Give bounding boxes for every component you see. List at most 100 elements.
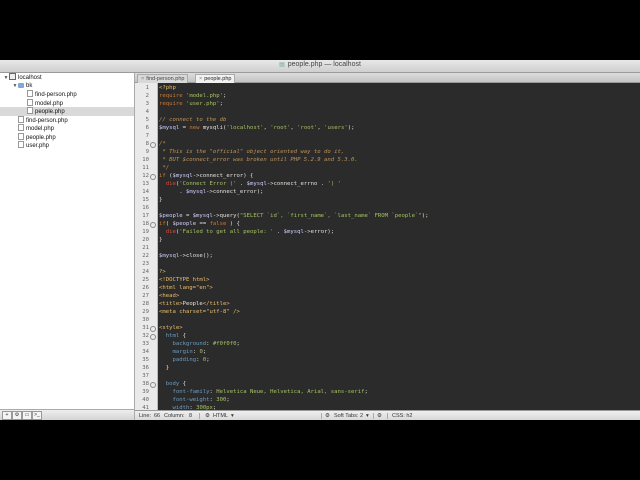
folder-button[interactable]: ▭	[22, 411, 32, 420]
code-editor[interactable]: 1 <?php 2 require 'model.php'; 3 require 'use…	[135, 83, 640, 410]
close-icon[interactable]: ×	[199, 76, 202, 82]
code-line[interactable]: 21	[135, 244, 640, 252]
code-line[interactable]: 2 require 'model.php';	[135, 92, 640, 100]
code-token: new	[189, 125, 200, 131]
line-number: 2	[145, 93, 149, 99]
fold-marker-icon[interactable]	[150, 381, 156, 388]
code-line[interactable]: 23	[135, 260, 640, 268]
fold-marker-icon[interactable]	[150, 333, 156, 340]
code-line[interactable]: 10 * BUT $connect_error was broken until…	[135, 156, 640, 164]
code-line[interactable]: 22 $mysql->close();	[135, 252, 640, 260]
code-line[interactable]: 29 <meta charset="utf-8" />	[135, 308, 640, 316]
tree-item[interactable]: user.php	[0, 141, 134, 150]
code-token: Helvetica Neue, Helvetica, Arial, sans-s…	[216, 389, 365, 395]
code-line[interactable]: 24 ?>	[135, 268, 640, 276]
line-number: 31	[142, 325, 149, 331]
code-line[interactable]: 11 */	[135, 164, 640, 172]
code-line[interactable]: 27 <head>	[135, 292, 640, 300]
code-line[interactable]: 3 require 'user.php';	[135, 100, 640, 108]
code-token: ;	[236, 341, 240, 347]
code-line[interactable]: 31 <style>	[135, 324, 640, 332]
code-token: 'model.php'	[185, 93, 223, 99]
code-text: <head>	[159, 292, 179, 300]
code-token: }	[159, 237, 163, 243]
chevron-down-icon: ▾	[366, 413, 369, 419]
fold-marker-icon[interactable]	[150, 141, 156, 148]
gear-icon[interactable]: ⚙	[377, 411, 382, 420]
code-token: 'localhost'	[226, 125, 264, 131]
line-number: 32	[142, 333, 149, 339]
code-line[interactable]: 8 /*	[135, 140, 640, 148]
tree-item[interactable]: model.php	[0, 124, 134, 133]
line-number: 10	[142, 157, 149, 163]
code-line[interactable]: 17 $people = $mysql->query("SELECT `id`, …	[135, 212, 640, 220]
code-line[interactable]: 12 if ($mysql->connect_error) {	[135, 172, 640, 180]
code-line[interactable]: 9 * This is the "official" object orient…	[135, 148, 640, 156]
fold-marker-icon[interactable]	[150, 325, 156, 332]
line-number: 25	[142, 277, 149, 283]
code-line[interactable]: 32 html {	[135, 332, 640, 340]
code-line[interactable]: 4	[135, 108, 640, 116]
line-number: 17	[142, 213, 149, 219]
gear-icon[interactable]: ⚙	[205, 411, 210, 420]
tree-item-label: bk	[26, 82, 33, 89]
code-line[interactable]: 39 font-family: Helvetica Neue, Helvetic…	[135, 388, 640, 396]
gear-icon[interactable]: ⚙	[325, 411, 330, 420]
code-line[interactable]: 16	[135, 204, 640, 212]
code-token: */	[159, 165, 170, 171]
code-line[interactable]: 14 . $mysql->connect_error);	[135, 188, 640, 196]
code-line[interactable]: 25 <!DOCTYPE html>	[135, 276, 640, 284]
soft-tabs-label[interactable]: Soft Tabs:	[334, 411, 358, 420]
code-token: if	[159, 221, 166, 227]
code-line[interactable]: 13 die('Connect Error (' . $mysql->conne…	[135, 180, 640, 188]
code-line[interactable]: 18 if( $people == false ) {	[135, 220, 640, 228]
fold-marker-icon[interactable]	[150, 173, 156, 180]
tab-inactive[interactable]: × find-person.php	[137, 74, 189, 83]
soft-tabs-value[interactable]: 2	[360, 411, 363, 420]
code-text: $mysql->close();	[159, 252, 213, 260]
code-token: {	[179, 333, 186, 339]
tree-item[interactable]: ▼ bk	[0, 82, 134, 91]
tab-active[interactable]: × people.php	[195, 74, 236, 83]
line-number: 35	[142, 357, 149, 363]
code-token: ->error);	[303, 229, 335, 235]
tree-item[interactable]: find-person.php	[0, 115, 134, 125]
code-token: <?php	[159, 85, 176, 91]
code-token: font-weight	[172, 397, 210, 403]
project-sidebar: ▼ localhost ▼ bk find-person.php model.php peo…	[0, 73, 135, 420]
fold-marker-icon[interactable]	[150, 221, 156, 228]
tree-item-label: model.php	[35, 100, 64, 107]
code-line[interactable]: 19 die('Failed to get all people: ' . $m…	[135, 228, 640, 236]
tree-item[interactable]: people.php	[0, 107, 134, 116]
code-line[interactable]: 20}	[135, 236, 640, 244]
code-token: $mysql	[192, 213, 213, 219]
add-file-button[interactable]: +	[2, 411, 12, 420]
symbol-selector[interactable]: CSS: h2	[392, 411, 412, 420]
code-line[interactable]: 28 <title>People</title>	[135, 300, 640, 308]
gear-button[interactable]: ⚙	[12, 411, 22, 420]
tree-item[interactable]: ▼ localhost	[0, 73, 134, 82]
code-line[interactable]: 5 // connect to the db	[135, 116, 640, 124]
language-selector[interactable]: HTML	[213, 411, 228, 420]
terminal-button[interactable]: >_	[32, 411, 42, 420]
code-line[interactable]: 36 }	[135, 364, 640, 372]
code-line[interactable]: 35 padding: 0;	[135, 356, 640, 364]
code-line[interactable]: 40 font-weight: 300;	[135, 396, 640, 404]
code-line[interactable]: 30	[135, 316, 640, 324]
code-line[interactable]: 1 <?php	[135, 84, 640, 92]
code-line[interactable]: 7	[135, 132, 640, 140]
code-line[interactable]: 37	[135, 372, 640, 380]
close-icon[interactable]: ×	[141, 76, 144, 82]
tree-item[interactable]: people.php	[0, 132, 134, 142]
tree-item[interactable]: find-person.php	[0, 90, 134, 99]
code-line[interactable]: 26 <html lang="en">	[135, 284, 640, 292]
code-line[interactable]: 6 $mysql = new mysqli('localhost', 'root'…	[135, 124, 640, 132]
code-line[interactable]: 15}	[135, 196, 640, 204]
code-line[interactable]: 38 body {	[135, 380, 640, 388]
line-number: 38	[142, 381, 149, 387]
code-line[interactable]: 33 background: #f0f0f0;	[135, 340, 640, 348]
tree-item[interactable]: model.php	[0, 98, 134, 108]
line-number: 36	[142, 365, 149, 371]
code-text: if ($mysql->connect_error) {	[159, 172, 253, 180]
code-line[interactable]: 34 margin: 0;	[135, 348, 640, 356]
